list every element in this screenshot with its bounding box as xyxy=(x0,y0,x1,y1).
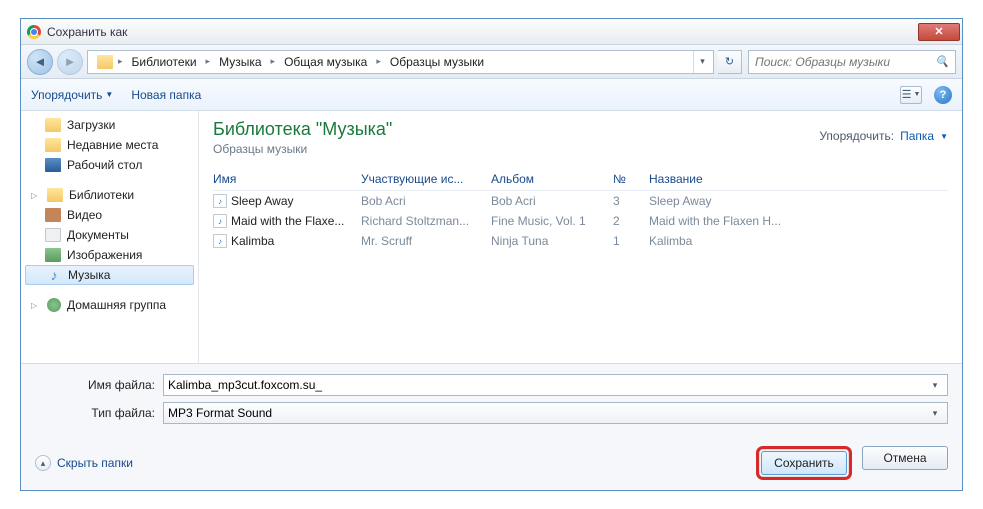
collapse-icon: ▴ xyxy=(35,455,51,471)
sidebar-item-recent[interactable]: Недавние места xyxy=(21,135,198,155)
sidebar-item-images[interactable]: Изображения xyxy=(21,245,198,265)
breadcrumb-segment[interactable]: Общая музыка xyxy=(277,51,374,73)
breadcrumb-dropdown[interactable]: ▾ xyxy=(693,51,711,73)
downloads-icon xyxy=(45,118,61,132)
search-box[interactable]: 🔍 xyxy=(748,50,956,74)
mp3-icon: ♪ xyxy=(213,214,227,228)
filename-panel: Имя файла: ▾ Тип файла: MP3 Format Sound… xyxy=(21,363,962,440)
chevron-down-icon: ▼ xyxy=(940,132,948,141)
chrome-icon xyxy=(27,25,41,39)
library-subtitle: Образцы музыки xyxy=(213,142,392,156)
sidebar-libraries-header[interactable]: ▷Библиотеки xyxy=(21,185,198,205)
music-icon: ♪ xyxy=(46,267,62,283)
chevron-right-icon: ▸ xyxy=(269,56,278,67)
library-header: Библиотека "Музыка" Образцы музыки Упоря… xyxy=(213,119,948,156)
sort-value[interactable]: Папка xyxy=(900,129,934,143)
filename-label: Имя файла: xyxy=(35,378,155,392)
search-input[interactable] xyxy=(755,55,929,69)
filename-input[interactable] xyxy=(168,378,927,392)
save-highlight: Сохранить xyxy=(756,446,852,480)
help-button[interactable]: ? xyxy=(934,86,952,104)
sort-control[interactable]: Упорядочить: Папка ▼ xyxy=(819,119,948,143)
organize-label: Упорядочить xyxy=(31,88,102,102)
library-title: Библиотека "Музыка" xyxy=(213,119,392,140)
filetype-combo[interactable]: MP3 Format Sound ▾ xyxy=(163,402,948,424)
chevron-right-icon: ▸ xyxy=(374,56,383,67)
refresh-button[interactable]: ↻ xyxy=(718,50,742,74)
chevron-right-icon: ▸ xyxy=(116,56,125,67)
nav-row: ◄ ► ▸ Библиотеки ▸ Музыка ▸ Общая музыка… xyxy=(21,45,962,79)
breadcrumb-segment[interactable]: Образцы музыки xyxy=(383,51,491,73)
chevron-down-icon: ▼ xyxy=(105,90,113,99)
libraries-icon xyxy=(47,188,63,202)
search-icon: 🔍 xyxy=(935,55,949,68)
file-row[interactable]: ♪Sleep Away Bob Acri Bob Acri 3 Sleep Aw… xyxy=(213,191,948,211)
mp3-icon: ♪ xyxy=(213,194,227,208)
chevron-right-icon: ▸ xyxy=(204,56,213,67)
breadcrumb-segment[interactable]: Библиотеки xyxy=(125,51,204,73)
col-album[interactable]: Альбом xyxy=(491,172,613,186)
filetype-value: MP3 Format Sound xyxy=(168,406,927,420)
sidebar-item-music[interactable]: ♪Музыка xyxy=(25,265,194,285)
expand-icon: ▷ xyxy=(31,191,41,200)
content-area: Библиотека "Музыка" Образцы музыки Упоря… xyxy=(199,111,962,363)
toolbar: Упорядочить ▼ Новая папка ☰▼ ? xyxy=(21,79,962,111)
chevron-down-icon[interactable]: ▾ xyxy=(927,408,943,419)
homegroup-icon xyxy=(47,298,61,312)
sidebar-item-documents[interactable]: Документы xyxy=(21,225,198,245)
main-area: Загрузки Недавние места Рабочий стол ▷Би… xyxy=(21,111,962,363)
sort-label: Упорядочить: xyxy=(819,129,894,143)
cancel-button[interactable]: Отмена xyxy=(862,446,948,470)
mp3-icon: ♪ xyxy=(213,234,227,248)
sidebar-item-downloads[interactable]: Загрузки xyxy=(21,115,198,135)
col-title[interactable]: Название xyxy=(649,172,948,186)
back-button[interactable]: ◄ xyxy=(27,49,53,75)
titlebar: Сохранить как ✕ xyxy=(21,19,962,45)
col-artist[interactable]: Участвующие ис... xyxy=(361,172,491,186)
breadcrumb[interactable]: ▸ Библиотеки ▸ Музыка ▸ Общая музыка ▸ О… xyxy=(87,50,714,74)
save-button[interactable]: Сохранить xyxy=(761,451,847,475)
column-headers: Имя Участвующие ис... Альбом № Название xyxy=(213,172,948,191)
new-folder-button[interactable]: Новая папка xyxy=(131,88,201,102)
hide-folders-button[interactable]: ▴ Скрыть папки xyxy=(35,455,133,471)
col-num[interactable]: № xyxy=(613,172,649,186)
sidebar-item-video[interactable]: Видео xyxy=(21,205,198,225)
sidebar-homegroup[interactable]: ▷Домашняя группа xyxy=(21,295,198,315)
window-title: Сохранить как xyxy=(47,25,127,39)
sidebar-item-desktop[interactable]: Рабочий стол xyxy=(21,155,198,175)
images-icon xyxy=(45,248,61,262)
filetype-label: Тип файла: xyxy=(35,406,155,420)
file-row[interactable]: ♪Maid with the Flaxe... Richard Stoltzma… xyxy=(213,211,948,231)
col-name[interactable]: Имя xyxy=(213,172,361,186)
close-button[interactable]: ✕ xyxy=(918,23,960,41)
sidebar: Загрузки Недавние места Рабочий стол ▷Би… xyxy=(21,111,199,363)
desktop-icon xyxy=(45,158,61,172)
view-options-button[interactable]: ☰▼ xyxy=(900,86,922,104)
save-dialog: Сохранить как ✕ ◄ ► ▸ Библиотеки ▸ Музык… xyxy=(20,18,963,491)
file-row[interactable]: ♪Kalimba Mr. Scruff Ninja Tuna 1 Kalimba xyxy=(213,231,948,251)
breadcrumb-segment[interactable]: Музыка xyxy=(212,51,268,73)
expand-icon: ▷ xyxy=(31,301,41,310)
chevron-down-icon[interactable]: ▾ xyxy=(927,380,943,391)
folder-icon xyxy=(90,51,116,73)
organize-button[interactable]: Упорядочить ▼ xyxy=(31,88,113,102)
recent-icon xyxy=(45,138,61,152)
forward-button[interactable]: ► xyxy=(57,49,83,75)
filename-combo[interactable]: ▾ xyxy=(163,374,948,396)
documents-icon xyxy=(45,228,61,242)
footer: ▴ Скрыть папки Сохранить Отмена xyxy=(21,440,962,490)
video-icon xyxy=(45,208,61,222)
